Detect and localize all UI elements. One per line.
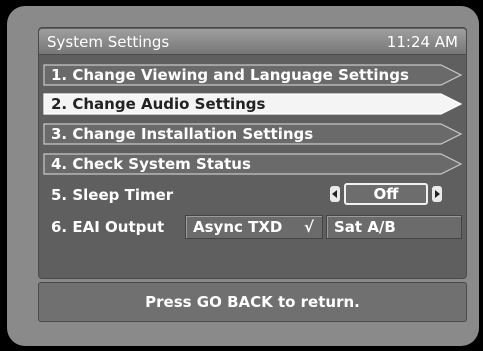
eai-option-sat-ab[interactable]: Sat A/B xyxy=(326,215,462,239)
eai-output-label: 6. EAI Output xyxy=(51,218,165,236)
sleep-timer-value[interactable]: Off xyxy=(344,183,428,205)
check-icon: √ xyxy=(303,218,314,236)
menu-item-label: 1. Change Viewing and Language Settings xyxy=(51,66,409,84)
menu-item-installation[interactable]: 3. Change Installation Settings xyxy=(43,123,463,145)
chevron-left-icon[interactable] xyxy=(330,186,340,202)
menu-item-viewing-language[interactable]: 1. Change Viewing and Language Settings xyxy=(43,64,463,86)
sleep-timer-label: 5. Sleep Timer xyxy=(51,186,174,204)
eai-option-async-txd[interactable]: Async TXD √ xyxy=(185,215,323,239)
menu-item-audio[interactable]: 2. Change Audio Settings xyxy=(43,93,463,115)
option-label: Sat A/B xyxy=(334,218,396,236)
page-title: System Settings xyxy=(47,33,170,51)
clock: 11:24 AM xyxy=(386,33,458,51)
option-label: Async TXD xyxy=(193,218,283,236)
menu-item-label: 2. Change Audio Settings xyxy=(51,95,266,113)
menu-item-label: 3. Change Installation Settings xyxy=(51,125,314,143)
menu-item-label: 4. Check System Status xyxy=(51,155,251,173)
sleep-timer-spinner[interactable]: Off xyxy=(330,183,442,205)
title-bar: System Settings 11:24 AM xyxy=(39,29,466,55)
footer-hint: Press GO BACK to return. xyxy=(38,282,467,322)
menu-item-system-status[interactable]: 4. Check System Status xyxy=(43,153,463,175)
chevron-right-icon[interactable] xyxy=(432,186,442,202)
